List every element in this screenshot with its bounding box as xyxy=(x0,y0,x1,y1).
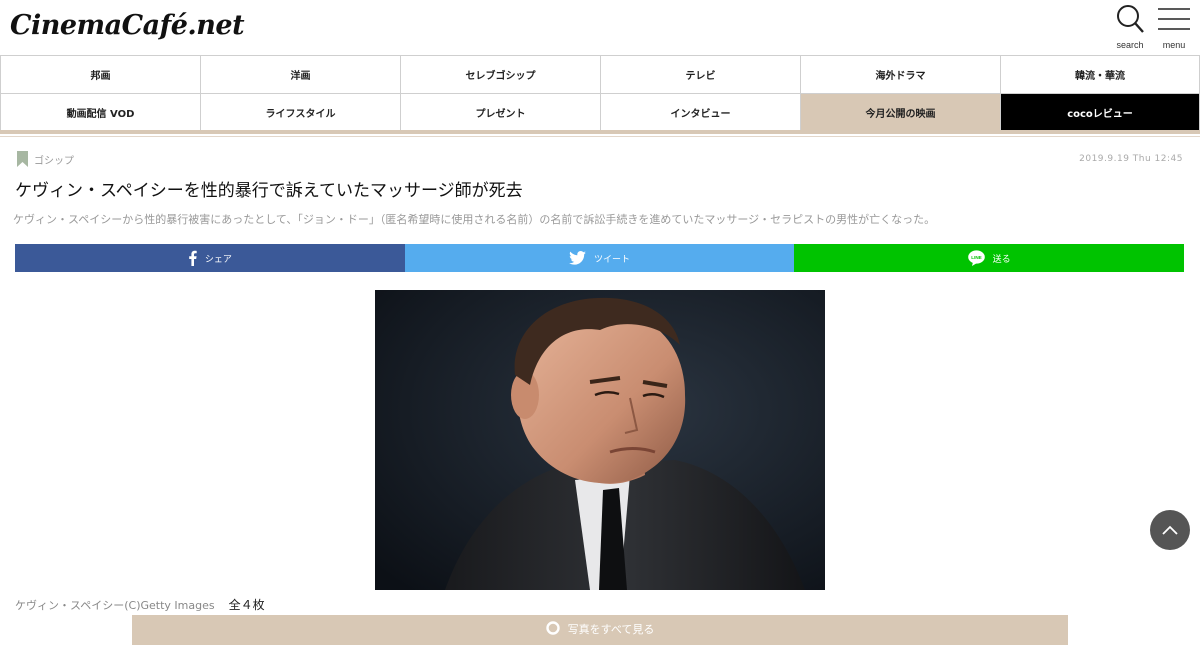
portrait-photo xyxy=(375,290,825,590)
nav-item-tv[interactable]: テレビ xyxy=(600,55,800,93)
twitter-share-label: ツイート xyxy=(594,254,631,265)
menu-label: menu xyxy=(1162,40,1186,50)
nav-item-this-month-releases[interactable]: 今月公開の映画 xyxy=(800,93,1000,131)
view-all-photos-label: 写真をすべて見る xyxy=(567,623,655,636)
article-title: ケヴィン・スペイシーを性的暴行で訴えていたマッサージ師が死去 xyxy=(15,181,523,201)
search-icon xyxy=(545,621,560,635)
nav-item-coco-review[interactable]: cocoレビュー xyxy=(1000,93,1200,131)
nav-divider-thin xyxy=(0,136,1200,137)
main-nav: 邦画 洋画 セレブゴシップ テレビ 海外ドラマ 韓流・華流 動画配信 VOD ラ… xyxy=(0,55,1200,131)
nav-item-overseas-drama[interactable]: 海外ドラマ xyxy=(800,55,1000,93)
search-icon xyxy=(1117,5,1144,33)
nav-item-celeb-gossip[interactable]: セレブゴシップ xyxy=(400,55,600,93)
nav-item-present[interactable]: プレゼント xyxy=(400,93,600,131)
nav-item-vod[interactable]: 動画配信 VOD xyxy=(0,93,200,131)
scroll-top-button[interactable] xyxy=(1150,510,1190,550)
article-photo[interactable] xyxy=(375,290,825,590)
photo-caption: ケヴィン・スペイシー(C)Getty Images xyxy=(15,599,215,612)
search-label: search xyxy=(1116,40,1144,50)
line-icon: LINE xyxy=(967,250,985,266)
facebook-icon xyxy=(189,250,197,266)
svg-text:LINE: LINE xyxy=(971,255,981,260)
line-share-button[interactable]: LINE 送る xyxy=(794,244,1185,272)
nav-row-2: 動画配信 VOD ライフスタイル プレゼント インタビュー 今月公開の映画 co… xyxy=(0,93,1200,131)
facebook-share-label: シェア xyxy=(204,254,232,265)
article-lead: ケヴィン・スペイシーから性的暴行被害にあったとして、「ジョン・ドー」（匿名希望時… xyxy=(13,213,936,226)
nav-divider xyxy=(0,130,1200,134)
chevron-up-icon xyxy=(1162,525,1178,535)
category-tag[interactable]: ゴシップ xyxy=(17,151,74,167)
line-share-label: 送る xyxy=(992,254,1011,265)
search-button[interactable]: search xyxy=(1108,4,1152,50)
site-logo[interactable]: CinemaCafé.net xyxy=(10,6,245,46)
twitter-share-button[interactable]: ツイート xyxy=(404,244,795,272)
menu-button[interactable]: menu xyxy=(1152,4,1196,50)
hamburger-icon xyxy=(1158,8,1190,30)
facebook-share-button[interactable]: シェア xyxy=(15,244,405,272)
share-bar: シェア ツイート LINE 送る xyxy=(15,244,1185,272)
photo-caption-row: ケヴィン・スペイシー(C)Getty Images 全４枚 xyxy=(15,596,265,613)
bookmark-icon xyxy=(17,151,28,167)
category-label: ゴシップ xyxy=(34,155,74,167)
view-all-photos-button[interactable]: 写真をすべて見る xyxy=(132,615,1068,645)
nav-item-hoga[interactable]: 邦画 xyxy=(0,55,200,93)
publish-date: 2019.9.19 Thu 12:45 xyxy=(1079,154,1183,164)
nav-item-lifestyle[interactable]: ライフスタイル xyxy=(200,93,400,131)
site-header: CinemaCafé.net search menu xyxy=(0,0,1200,55)
nav-item-yoga[interactable]: 洋画 xyxy=(200,55,400,93)
photo-count[interactable]: 全４枚 xyxy=(229,596,265,613)
nav-row-1: 邦画 洋画 セレブゴシップ テレビ 海外ドラマ 韓流・華流 xyxy=(0,55,1200,93)
nav-item-korea-china[interactable]: 韓流・華流 xyxy=(1000,55,1200,93)
twitter-icon xyxy=(569,251,586,265)
nav-item-interview[interactable]: インタビュー xyxy=(600,93,800,131)
